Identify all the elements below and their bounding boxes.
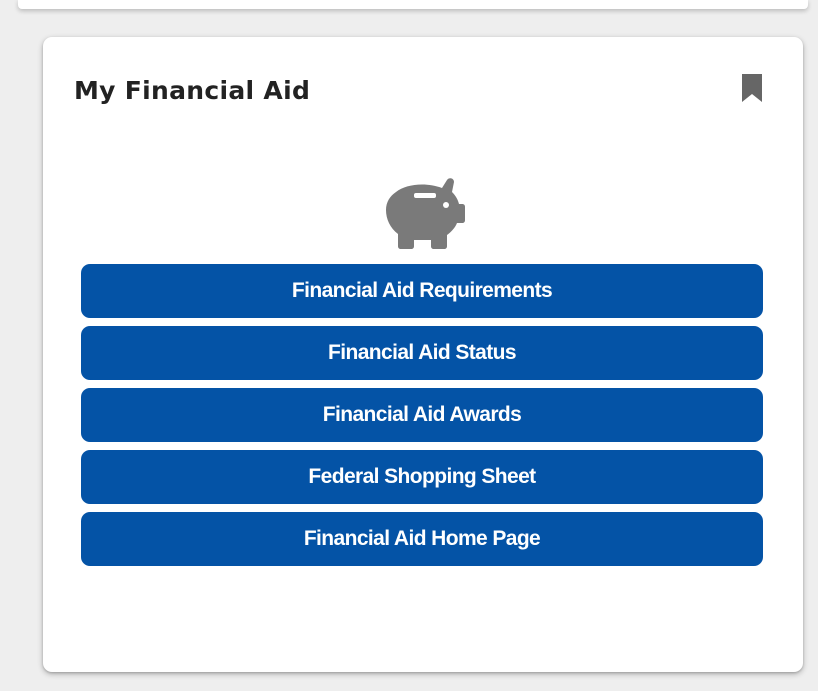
financial-aid-requirements-button[interactable]: Financial Aid Requirements	[81, 264, 763, 318]
card-title: My Financial Aid	[74, 76, 311, 105]
financial-aid-awards-button[interactable]: Financial Aid Awards	[81, 388, 763, 442]
financial-aid-status-button[interactable]: Financial Aid Status	[81, 326, 763, 380]
financial-aid-home-page-button[interactable]: Financial Aid Home Page	[81, 512, 763, 566]
card-header: My Financial Aid	[74, 75, 774, 107]
piggy-bank-icon	[376, 170, 468, 250]
previous-card-edge	[18, 0, 808, 9]
financial-aid-card: My Financial Aid Financial Aid Requireme…	[43, 37, 803, 672]
federal-shopping-sheet-button[interactable]: Federal Shopping Sheet	[81, 450, 763, 504]
bookmark-icon[interactable]	[741, 73, 763, 103]
financial-aid-links: Financial Aid Requirements Financial Aid…	[81, 264, 763, 574]
